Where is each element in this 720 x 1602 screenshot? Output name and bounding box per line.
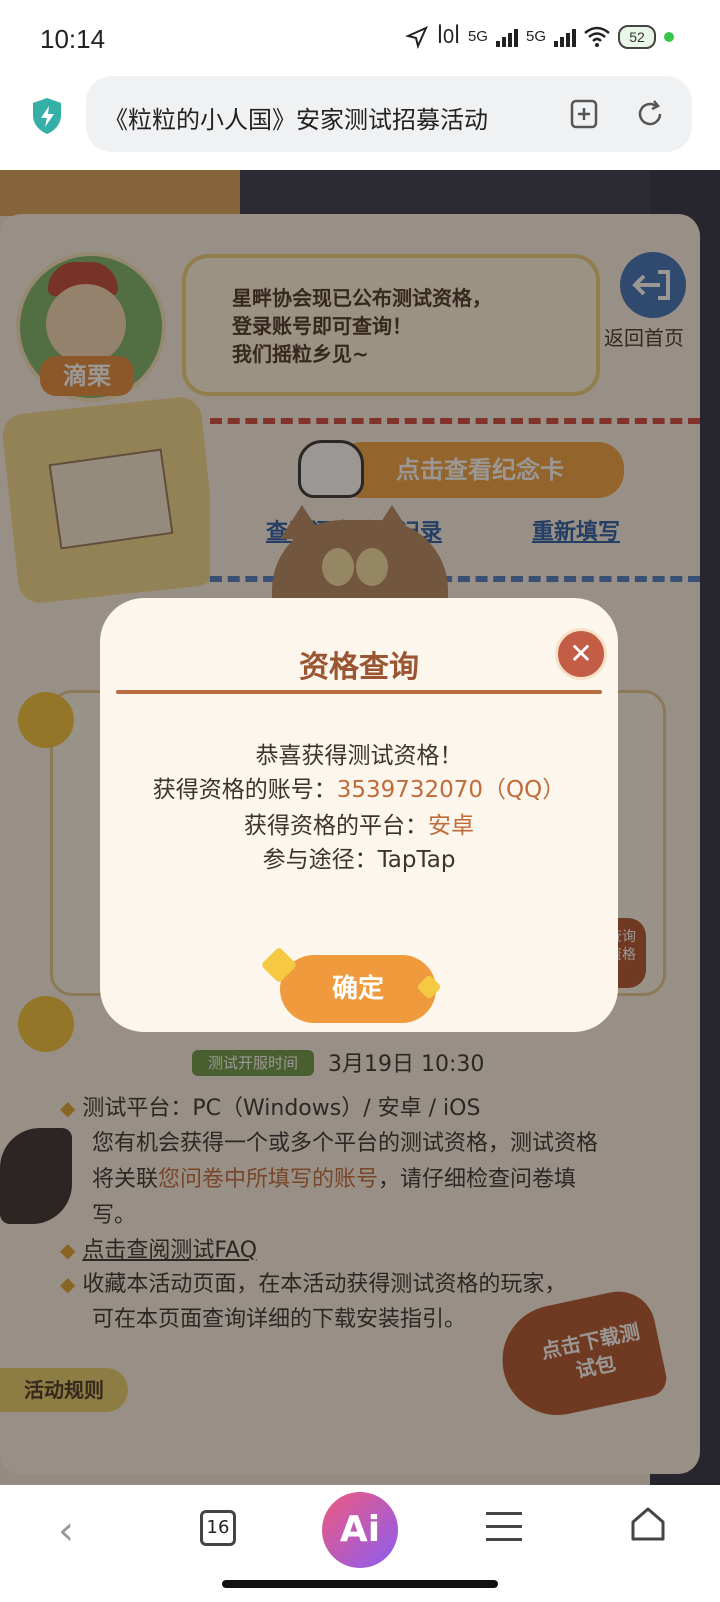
back-arrow-icon[interactable]: ‹ [58,1508,74,1554]
network-label-1: 5G [467,28,488,45]
channel-value: TapTap [377,847,456,873]
channel-label: 参与途径： [262,847,378,873]
home-indicator[interactable] [222,1580,498,1588]
vibrate-icon: ꟾ0ꟾ [437,26,460,48]
confirm-button[interactable]: 确定 [280,955,436,1023]
battery-icon: 52 [618,24,656,49]
status-icons: ꟾ0ꟾ 5G 5G 52 [405,24,674,49]
home-icon[interactable] [628,1504,668,1544]
status-dot [664,31,674,42]
signal-icon-1 [495,27,518,47]
network-label-2: 5G [525,28,546,45]
close-icon[interactable]: ✕ [555,628,607,680]
dialog-account-row: 获得资格的账号：3539732070（QQ） [100,770,618,804]
dialog-channel-row: 参与途径：TapTap [100,840,618,874]
dialog-congrats: 恭喜获得测试资格！ [255,743,463,769]
add-bookmark-icon[interactable] [568,98,600,130]
account-value: 3539732070（QQ） [336,777,566,803]
location-icon [405,25,429,49]
account-label: 获得资格的账号： [152,777,337,803]
platform-label: 获得资格的平台： [244,813,428,839]
reload-icon[interactable] [634,98,666,130]
tabs-button[interactable]: 16 [200,1510,236,1546]
shield-icon[interactable] [30,96,64,136]
battery-level: 52 [629,28,645,45]
ai-button[interactable]: Ai [322,1492,398,1568]
wifi-icon [584,26,610,47]
platform-value: 安卓 [428,813,474,839]
signal-icon-2 [554,27,576,47]
menu-icon[interactable] [486,1512,522,1542]
dialog-divider [116,690,602,694]
url-title[interactable]: 《粒粒的小人国》安家测试招募活动 [104,100,534,135]
status-time: 10:14 [40,24,106,54]
dialog-title: 资格查询 [299,650,419,685]
dialog-platform-row: 获得资格的平台：安卓 [100,806,618,840]
